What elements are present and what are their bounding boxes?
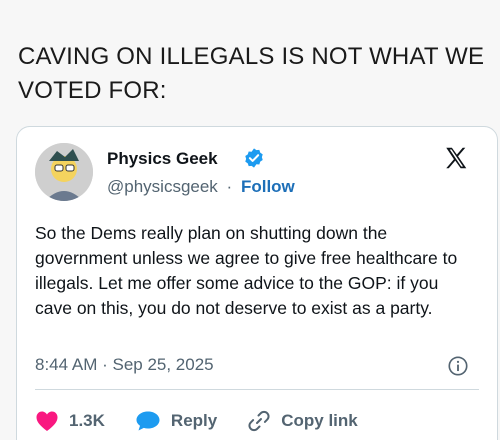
avatar-image xyxy=(35,143,93,201)
author-handle[interactable]: @physicsgeek xyxy=(107,177,218,196)
author-name[interactable]: Physics Geek xyxy=(107,149,218,169)
tweet-actions: 1.3K Reply Copy link xyxy=(35,407,388,435)
avatar[interactable] xyxy=(35,143,93,201)
follow-link[interactable]: Follow xyxy=(241,177,295,196)
copy-link-button[interactable]: Copy link xyxy=(247,409,358,433)
copy-link-label: Copy link xyxy=(281,411,358,430)
reply-label: Reply xyxy=(170,411,218,430)
heart-icon xyxy=(36,411,58,431)
link-icon xyxy=(248,410,270,432)
verified-badge-icon xyxy=(245,148,263,168)
x-logo-icon[interactable] xyxy=(443,145,469,171)
tweet-text: So the Dems really plan on shutting down… xyxy=(35,223,458,318)
separator-dot: · xyxy=(226,177,233,196)
headline: CAVING ON ILLEGALS IS NOT WHAT WE VOTED … xyxy=(18,43,485,104)
handle-row: @physicsgeek · Follow xyxy=(107,177,295,197)
like-button[interactable]: 1.3K xyxy=(35,410,105,432)
reply-bubble-icon xyxy=(136,411,160,431)
like-count: 1.3K xyxy=(69,411,105,430)
reply-button[interactable]: Reply xyxy=(135,410,217,432)
embedded-tweet-card[interactable]: Physics Geek @physicsgeek · Follow So th… xyxy=(16,126,498,440)
divider xyxy=(35,389,479,390)
timestamp[interactable]: 8:44 AM · Sep 25, 2025 xyxy=(35,355,214,375)
info-icon[interactable] xyxy=(447,355,469,377)
